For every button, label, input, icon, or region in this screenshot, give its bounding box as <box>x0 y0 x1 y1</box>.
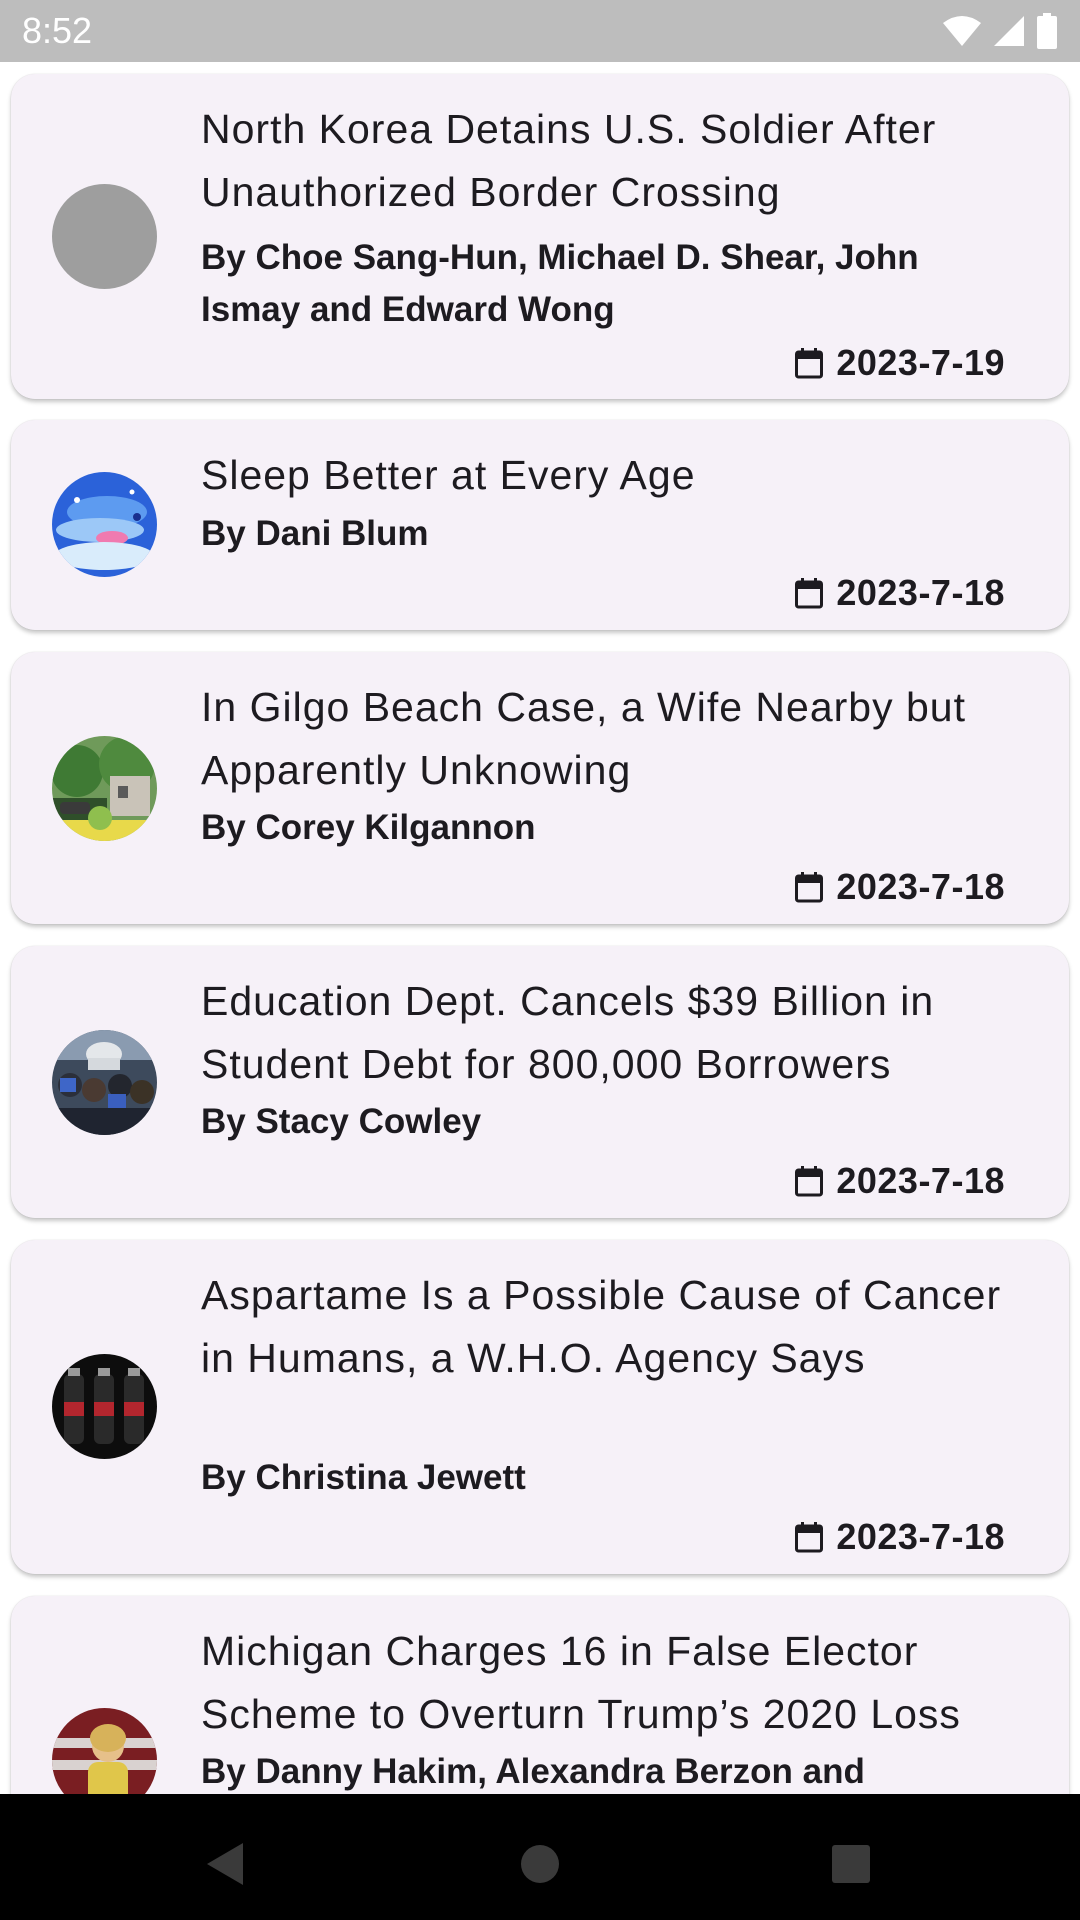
battery-icon <box>1036 13 1058 49</box>
calendar-icon <box>795 578 824 609</box>
article-date-text: 2023-7-19 <box>836 342 1005 383</box>
article-author: By Choe Sang-Hun, Michael D. Shear, John… <box>201 238 919 329</box>
article-author: By Corey Kilgannon <box>201 808 536 847</box>
article-card[interactable]: Sleep Better at Every Age By Dani Blum 2… <box>11 420 1069 630</box>
article-list[interactable]: North Korea Detains U.S. Soldier After U… <box>0 62 1080 1794</box>
status-time: 8:52 <box>22 10 93 51</box>
status-bar: 8:52 <box>0 0 1080 62</box>
calendar-icon <box>795 348 824 379</box>
wifi-icon <box>942 15 982 47</box>
article-card[interactable]: North Korea Detains U.S. Soldier After U… <box>11 74 1069 399</box>
article-thumbnail <box>52 472 157 577</box>
article-date-text: 2023-7-18 <box>836 1516 1005 1557</box>
article-thumbnail <box>52 736 157 841</box>
home-icon <box>521 1845 559 1883</box>
article-title: Aspartame Is a Possible Cause of Cancer … <box>201 1272 1002 1381</box>
article-author: By Danny Hakim, Alexandra Berzon and <box>201 1752 865 1791</box>
article-card[interactable]: Aspartame Is a Possible Cause of Cancer … <box>11 1240 1069 1574</box>
article-thumbnail <box>52 1354 157 1459</box>
article-thumbnail <box>52 1030 157 1135</box>
article-title: North Korea Detains U.S. Soldier After U… <box>201 106 937 215</box>
article-author: By Dani Blum <box>201 514 429 553</box>
home-button[interactable] <box>510 1834 570 1894</box>
article-title: In Gilgo Beach Case, a Wife Nearby but A… <box>201 684 966 793</box>
calendar-icon <box>795 1522 824 1553</box>
recents-button[interactable] <box>821 1834 881 1894</box>
article-card[interactable]: Education Dept. Cancels $39 Billion in S… <box>11 946 1069 1218</box>
calendar-icon <box>795 872 824 903</box>
calendar-icon <box>795 1166 824 1197</box>
signal-icon <box>992 14 1026 48</box>
status-icons <box>942 12 1058 50</box>
article-date: 2023-7-18 <box>794 570 1005 616</box>
article-date: 2023-7-18 <box>794 1158 1005 1204</box>
back-icon <box>207 1843 243 1885</box>
recents-icon <box>832 1845 870 1883</box>
article-date-text: 2023-7-18 <box>836 572 1005 613</box>
article-title: Sleep Better at Every Age <box>201 452 696 498</box>
back-button[interactable] <box>196 1834 256 1894</box>
article-card[interactable]: In Gilgo Beach Case, a Wife Nearby but A… <box>11 652 1069 924</box>
article-title: Michigan Charges 16 in False Elector Sch… <box>201 1628 961 1737</box>
navigation-bar <box>0 1794 1080 1920</box>
article-author: By Christina Jewett <box>201 1458 526 1497</box>
article-thumbnail <box>52 184 157 289</box>
article-date-text: 2023-7-18 <box>836 1160 1005 1201</box>
article-date: 2023-7-18 <box>794 1514 1005 1560</box>
article-date: 2023-7-18 <box>794 864 1005 910</box>
article-date-text: 2023-7-18 <box>836 866 1005 907</box>
article-thumbnail <box>52 1708 157 1794</box>
article-card[interactable]: Michigan Charges 16 in False Elector Sch… <box>11 1596 1069 1794</box>
article-date: 2023-7-19 <box>794 340 1005 386</box>
article-title: Education Dept. Cancels $39 Billion in S… <box>201 978 935 1087</box>
article-author: By Stacy Cowley <box>201 1102 482 1141</box>
